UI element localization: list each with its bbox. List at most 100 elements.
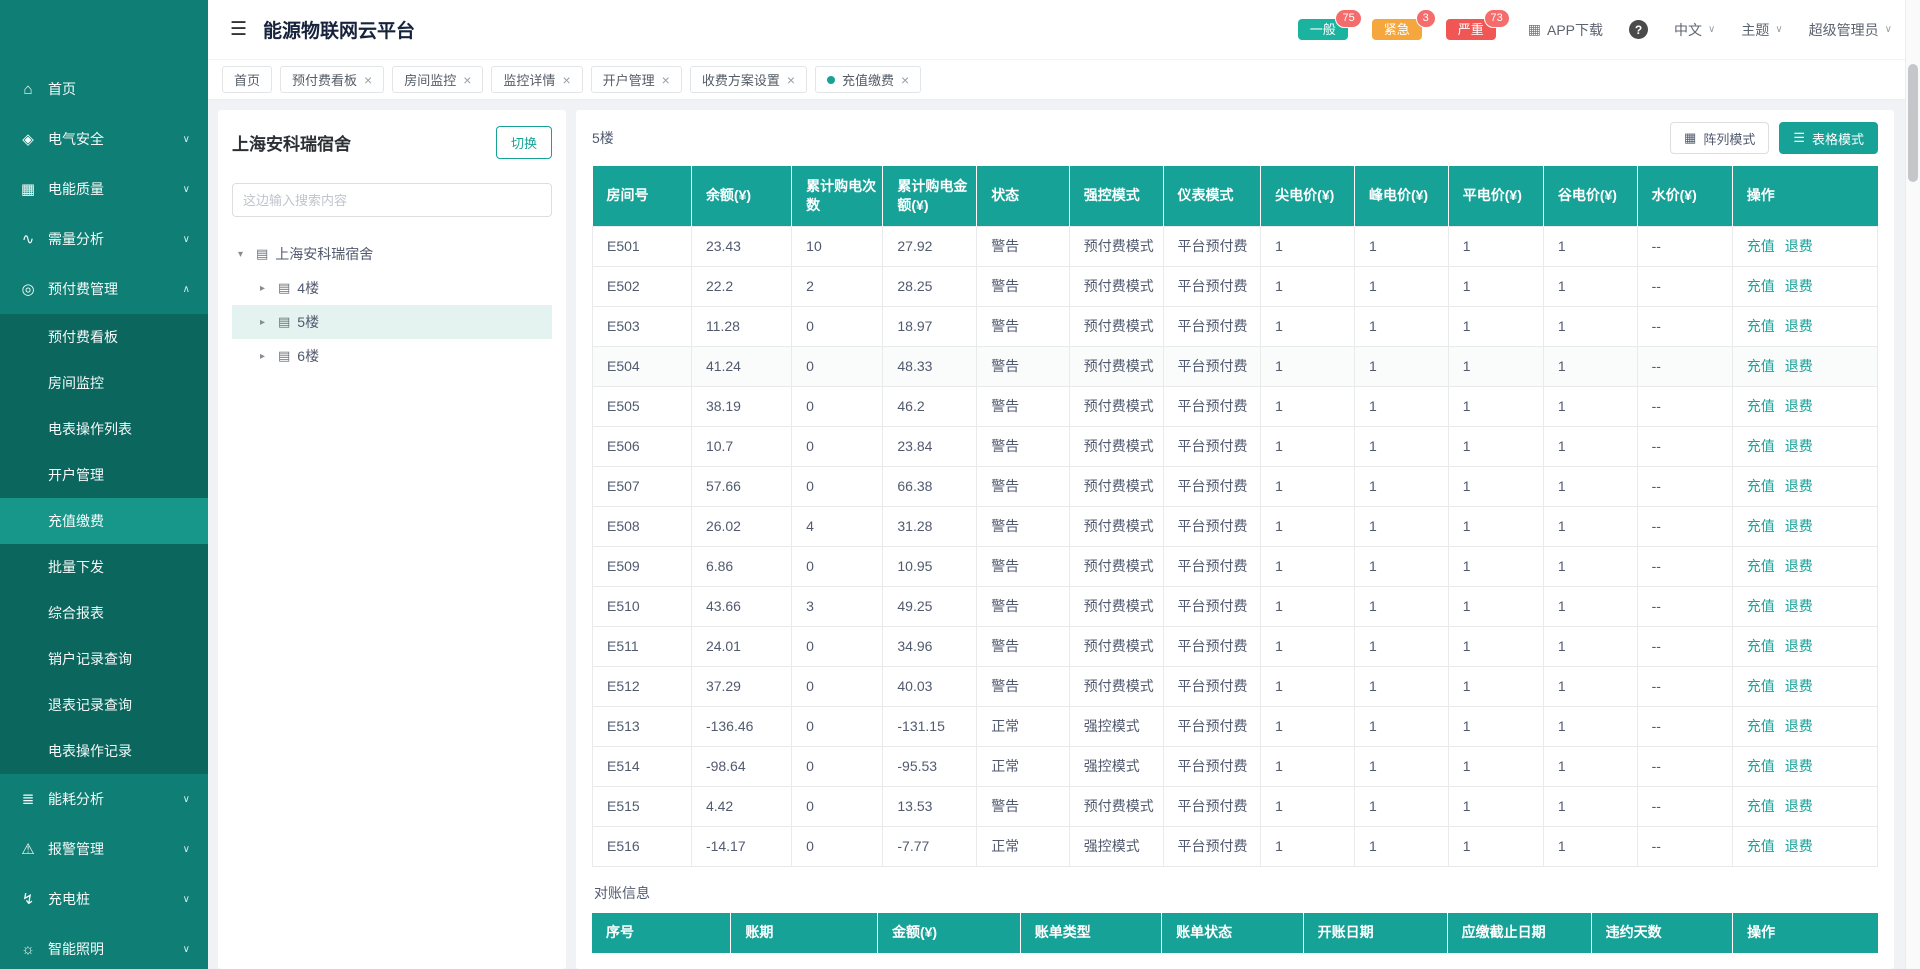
help-icon[interactable]: ? [1629,20,1648,39]
refund-link[interactable]: 退费 [1785,838,1813,854]
table-mode-button[interactable]: ☰表格模式 [1779,122,1878,154]
sidebar-subitem-account-management[interactable]: 开户管理 [0,452,208,498]
refund-link[interactable]: 退费 [1785,278,1813,294]
tab-label: 开户管理 [603,70,655,89]
tab-close-icon[interactable]: × [562,73,570,87]
operations-cell: 充值退费 [1732,666,1877,706]
tab-recharge-payment[interactable]: 充值缴费× [815,66,921,93]
refund-link[interactable]: 退费 [1785,758,1813,774]
sidebar-subitem-meter-return-query[interactable]: 退表记录查询 [0,682,208,728]
refund-link[interactable]: 退费 [1785,318,1813,334]
operations-cell: 充值退费 [1732,226,1877,266]
alarm-badge-critical[interactable]: 严重73 [1446,19,1496,40]
app-download-link[interactable]: ▦ APP下载 [1528,20,1603,40]
tree-node-floor-5[interactable]: ▸▤5楼 [232,305,552,339]
sidebar-subitem-prepaid-dashboard[interactable]: 预付费看板 [0,314,208,360]
sidebar-subitem-meter-operation-record[interactable]: 电表操作记录 [0,728,208,774]
tab-home[interactable]: 首页 [222,66,272,93]
cell: 警告 [977,226,1070,266]
recharge-link[interactable]: 充值 [1747,678,1775,694]
sidebar-subitem-comprehensive-report[interactable]: 综合报表 [0,590,208,636]
alarm-badge-urgent[interactable]: 紧急3 [1372,19,1422,40]
sidebar-item-prepaid-management[interactable]: ◎预付费管理∧ [0,264,208,314]
sidebar-subitem-meter-operation-list[interactable]: 电表操作列表 [0,406,208,452]
switch-button[interactable]: 切换 [496,126,552,159]
recharge-link[interactable]: 充值 [1747,438,1775,454]
sidebar-item-electrical-safety[interactable]: ◈电气安全∨ [0,114,208,164]
cell: 46.2 [883,386,977,426]
language-select[interactable]: 中文 ∨ [1674,20,1715,40]
matrix-mode-button[interactable]: ▦阵列模式 [1670,122,1769,154]
refund-link[interactable]: 退费 [1785,238,1813,254]
cell: 1 [1261,466,1355,506]
recharge-link[interactable]: 充值 [1747,758,1775,774]
recharge-link[interactable]: 充值 [1747,718,1775,734]
sidebar-submenu: 预付费看板房间监控电表操作列表开户管理充值缴费批量下发综合报表销户记录查询退表记… [0,314,208,774]
refund-link[interactable]: 退费 [1785,398,1813,414]
refund-link[interactable]: 退费 [1785,518,1813,534]
recharge-link[interactable]: 充值 [1747,838,1775,854]
refund-link[interactable]: 退费 [1785,438,1813,454]
operations-cell: 充值退费 [1732,506,1877,546]
refund-link[interactable]: 退费 [1785,598,1813,614]
refund-link[interactable]: 退费 [1785,638,1813,654]
cell: -- [1637,626,1732,666]
refund-link[interactable]: 退费 [1785,358,1813,374]
tree-node-floor-4[interactable]: ▸▤4楼 [232,271,552,305]
recharge-link[interactable]: 充值 [1747,598,1775,614]
tab-monitoring-detail[interactable]: 监控详情× [491,66,582,93]
recharge-link[interactable]: 充值 [1747,358,1775,374]
refund-link[interactable]: 退费 [1785,558,1813,574]
tab-close-icon[interactable]: × [463,73,471,87]
tab-close-icon[interactable]: × [787,73,795,87]
recharge-link[interactable]: 充值 [1747,238,1775,254]
recharge-link[interactable]: 充值 [1747,398,1775,414]
cell: 1 [1354,666,1448,706]
scrollbar-thumb[interactable] [1908,64,1918,182]
tab-account-management[interactable]: 开户管理 × [591,66,682,93]
theme-label: 主题 [1741,20,1769,40]
refund-link[interactable]: 退费 [1785,478,1813,494]
sidebar-item-home[interactable]: ⌂首页 [0,64,208,114]
tab-close-icon[interactable]: × [364,73,372,87]
column-header: 操作 [1732,166,1877,226]
cell: 1 [1354,586,1448,626]
alarm-badge-general[interactable]: 一般75 [1298,19,1348,40]
recharge-link[interactable]: 充值 [1747,318,1775,334]
sidebar-item-smart-lighting[interactable]: ☼智能照明∨ [0,924,208,969]
recharge-link[interactable]: 充值 [1747,558,1775,574]
tree-node-root[interactable]: ▾ ▤ 上海安科瑞宿舍 [232,237,552,271]
tree-node-label: 上海安科瑞宿舍 [275,244,373,264]
tab-room-monitoring[interactable]: 房间监控× [392,66,483,93]
recharge-link[interactable]: 充值 [1747,798,1775,814]
sidebar-item-energy-analysis[interactable]: ≣能耗分析∨ [0,774,208,824]
recharge-link[interactable]: 充值 [1747,638,1775,654]
sidebar-subitem-batch-dispatch[interactable]: 批量下发 [0,544,208,590]
refund-link[interactable]: 退费 [1785,718,1813,734]
rooms-table: 房间号余额(¥)累计购电次数累计购电金额(¥)状态强控模式仪表模式尖电价(¥)峰… [592,166,1878,867]
refund-link[interactable]: 退费 [1785,678,1813,694]
page-scrollbar[interactable] [1905,0,1920,969]
sidebar-item-demand-analysis[interactable]: ∿需量分析∨ [0,214,208,264]
recharge-link[interactable]: 充值 [1747,518,1775,534]
sidebar-subitem-room-monitoring[interactable]: 房间监控 [0,360,208,406]
tab-fee-plan-settings[interactable]: 收费方案设置× [690,66,807,93]
sidebar-subitem-recharge-payment[interactable]: 充值缴费 [0,498,208,544]
cell: E516 [593,826,692,866]
recharge-link[interactable]: 充值 [1747,278,1775,294]
menu-toggle-icon[interactable]: ☰ [230,18,247,41]
sidebar-item-charging-pile[interactable]: ↯充电桩∨ [0,874,208,924]
cell: 1 [1354,466,1448,506]
theme-select[interactable]: 主题 ∨ [1741,20,1782,40]
tree-node-floor-6[interactable]: ▸▤6楼 [232,339,552,373]
refund-link[interactable]: 退费 [1785,798,1813,814]
tree-search-input[interactable] [232,183,552,217]
sidebar-item-power-quality[interactable]: ▦电能质量∨ [0,164,208,214]
recharge-link[interactable]: 充值 [1747,478,1775,494]
user-menu[interactable]: 超级管理员 ∨ [1809,20,1892,40]
tab-close-icon[interactable]: × [901,73,909,87]
tab-close-icon[interactable]: × [662,73,670,87]
sidebar-item-alarm-management[interactable]: ⚠报警管理∨ [0,824,208,874]
tab-prepaid-dashboard[interactable]: 预付费看板× [280,66,384,93]
sidebar-subitem-account-cancel-query[interactable]: 销户记录查询 [0,636,208,682]
